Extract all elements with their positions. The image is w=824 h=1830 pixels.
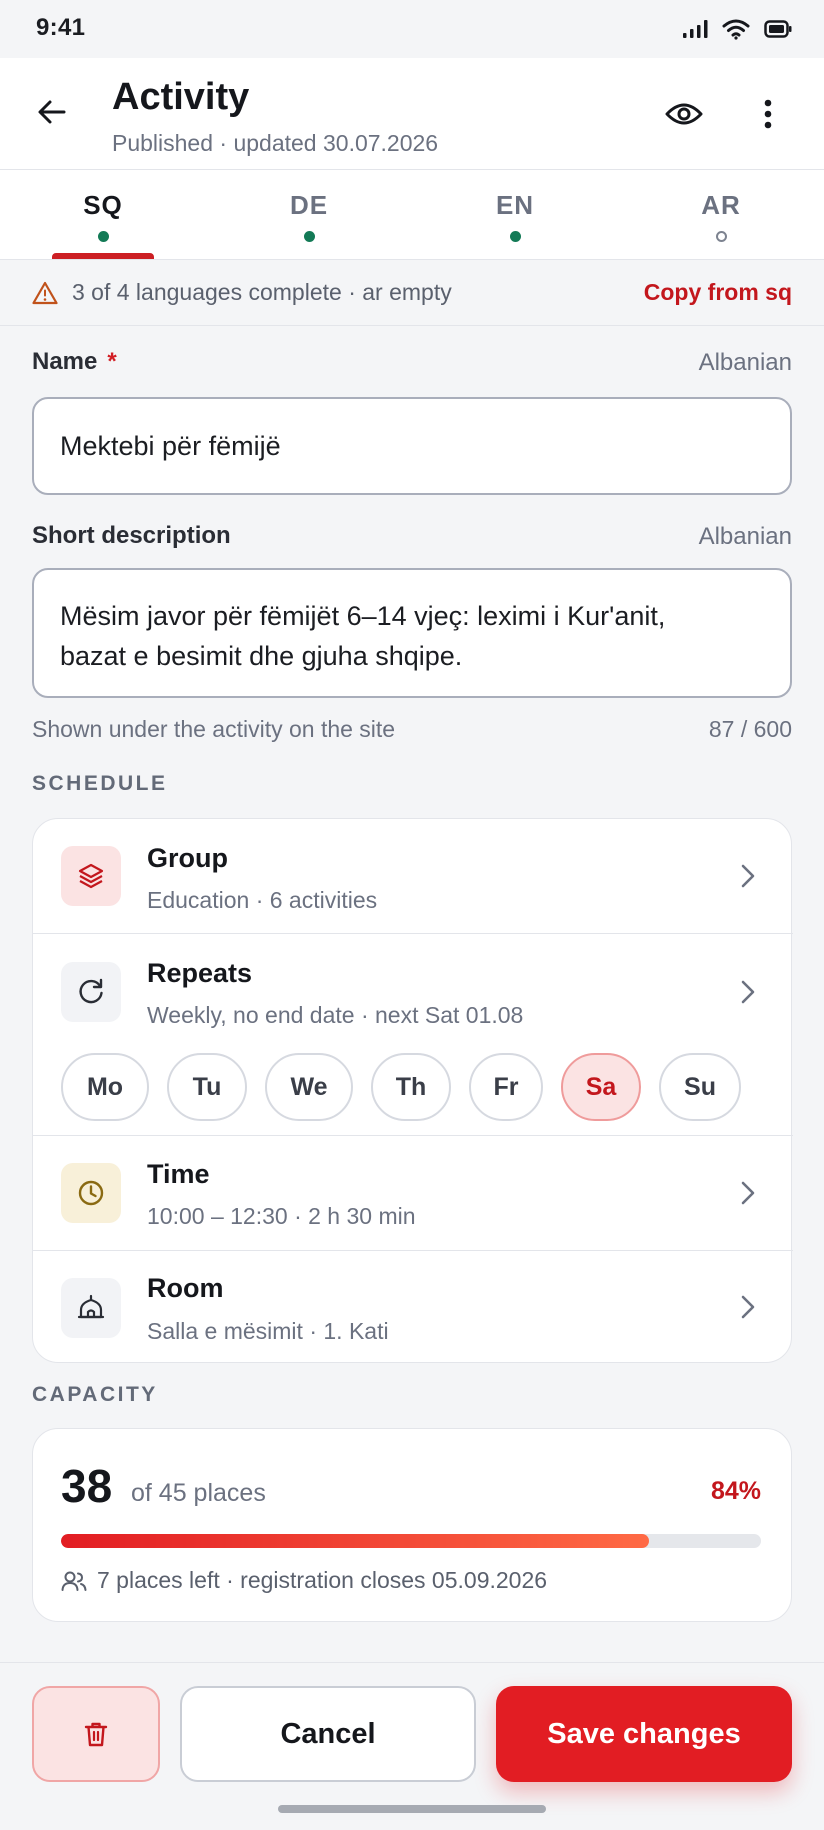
wifi-icon [722,19,750,40]
capacity-progress-fill [61,1534,649,1548]
day-chip-tu[interactable]: Tu [167,1053,247,1121]
more-options-button[interactable] [744,90,792,138]
bottom-action-bar: Cancel Save changes [0,1662,824,1830]
weekday-selector: Mo Tu We Th Fr Sa Su [61,1053,741,1121]
system-icons [682,18,792,40]
name-label-text: Name [32,348,98,375]
page-subtitle: Published · updated 30.07.2026 [112,130,439,156]
group-title: Group [147,843,228,873]
warning-icon [32,281,58,304]
schedule-section-title: SCHEDULE [32,772,168,795]
signal-icon [683,20,708,38]
tab-en[interactable]: EN [412,170,618,259]
page-title: Activity [112,76,250,118]
chevron-right-icon [733,1178,763,1208]
character-counter: 87 / 600 [708,716,792,742]
status-bar: 9:41 [0,0,824,58]
room-row[interactable]: Room Salla e mësimit · 1. Kati [33,1251,793,1364]
description-label: Short description [32,522,231,549]
notice-text: 3 of 4 languages complete · ar empty [72,279,452,305]
battery-icon [764,20,792,38]
clock-icon [61,1163,121,1223]
description-hint: Shown under the activity on the site [32,716,396,742]
complete-dot [303,231,315,242]
description-line-1: Mësim javor për fëmijët 6–14 vjeç: lexim… [60,601,666,631]
day-chip-sa[interactable]: Sa [561,1053,641,1121]
save-changes-button[interactable]: Save changes [496,1686,792,1782]
tab-label: DE [289,190,329,220]
description-textarea[interactable]: Mësim javor për fëmijët 6–14 vjeç: lexim… [32,568,792,698]
capacity-total: of 45 places [131,1479,266,1507]
language-tabs: SQ DE EN AR [0,170,824,260]
room-title: Room [147,1273,224,1303]
name-input-value: Mektebi për fëmijë [60,430,281,461]
preview-button[interactable] [660,90,708,138]
mosque-icon [61,1278,121,1338]
chevron-right-icon [733,977,763,1007]
tab-sq[interactable]: SQ [0,170,206,259]
capacity-count: 38 [61,1460,113,1512]
day-chip-th[interactable]: Th [371,1053,451,1121]
top-app-bar: Activity Published · updated 30.07.2026 [0,58,824,170]
complete-dot [97,231,109,242]
time-subtitle: 10:00 – 12:30 · 2 h 30 min [147,1203,416,1229]
tab-label: AR [701,190,741,220]
day-chip-su[interactable]: Su [659,1053,741,1121]
room-subtitle: Salla e mësimit · 1. Kati [147,1318,389,1344]
users-icon [61,1571,87,1591]
chevron-right-icon [733,861,763,891]
required-mark: * [107,348,117,375]
empty-dot [715,231,727,242]
tab-ar[interactable]: AR [618,170,824,259]
refresh-icon [61,962,121,1022]
cancel-button[interactable]: Cancel [180,1686,476,1782]
copy-from-sq-link[interactable]: Copy from sq [644,279,792,306]
status-time: 9:41 [36,14,86,41]
schedule-card: Group Education · 6 activities Repeats W… [32,818,793,1364]
delete-button[interactable] [32,1686,160,1782]
name-input[interactable]: Mektebi për fëmijë [32,397,792,495]
home-indicator [278,1805,546,1813]
trash-icon [84,1722,108,1747]
repeats-title: Repeats [147,958,253,988]
chevron-right-icon [733,1292,763,1322]
complete-dot [509,231,521,242]
tab-de[interactable]: DE [206,170,412,259]
time-row[interactable]: Time 10:00 – 12:30 · 2 h 30 min [33,1136,793,1250]
active-tab-indicator [52,253,154,259]
tab-label: EN [495,190,535,220]
day-chip-we[interactable]: We [265,1053,353,1121]
more-vertical-icon [764,99,772,129]
capacity-note-text: 7 places left · registration closes 05.0… [97,1567,548,1593]
day-chip-fr[interactable]: Fr [469,1053,543,1121]
capacity-percent: 84% [710,1477,761,1505]
name-label: Name * [32,348,117,376]
arrow-left-icon [38,100,66,124]
layers-icon [61,846,121,906]
eye-icon [665,103,703,125]
group-row[interactable]: Group Education · 6 activities [33,819,793,933]
day-chip-mo[interactable]: Mo [61,1053,149,1121]
capacity-card: 38 of 45 places 84% 7 places left · regi… [32,1428,792,1622]
translation-notice: 3 of 4 languages complete · ar empty Cop… [0,260,824,326]
description-line-2: bazat e besimit dhe gjuha shqipe. [60,641,463,671]
repeats-subtitle: Weekly, no end date · next Sat 01.08 [147,1002,524,1028]
back-button[interactable] [28,88,76,136]
name-language: Albanian [698,349,792,376]
description-language: Albanian [698,523,792,550]
capacity-progress-bar [61,1534,761,1548]
group-subtitle: Education · 6 activities [147,887,378,913]
time-title: Time [147,1159,210,1189]
tab-label: SQ [83,190,123,220]
capacity-section-title: CAPACITY [32,1383,158,1406]
capacity-note: 7 places left · registration closes 05.0… [61,1567,547,1594]
